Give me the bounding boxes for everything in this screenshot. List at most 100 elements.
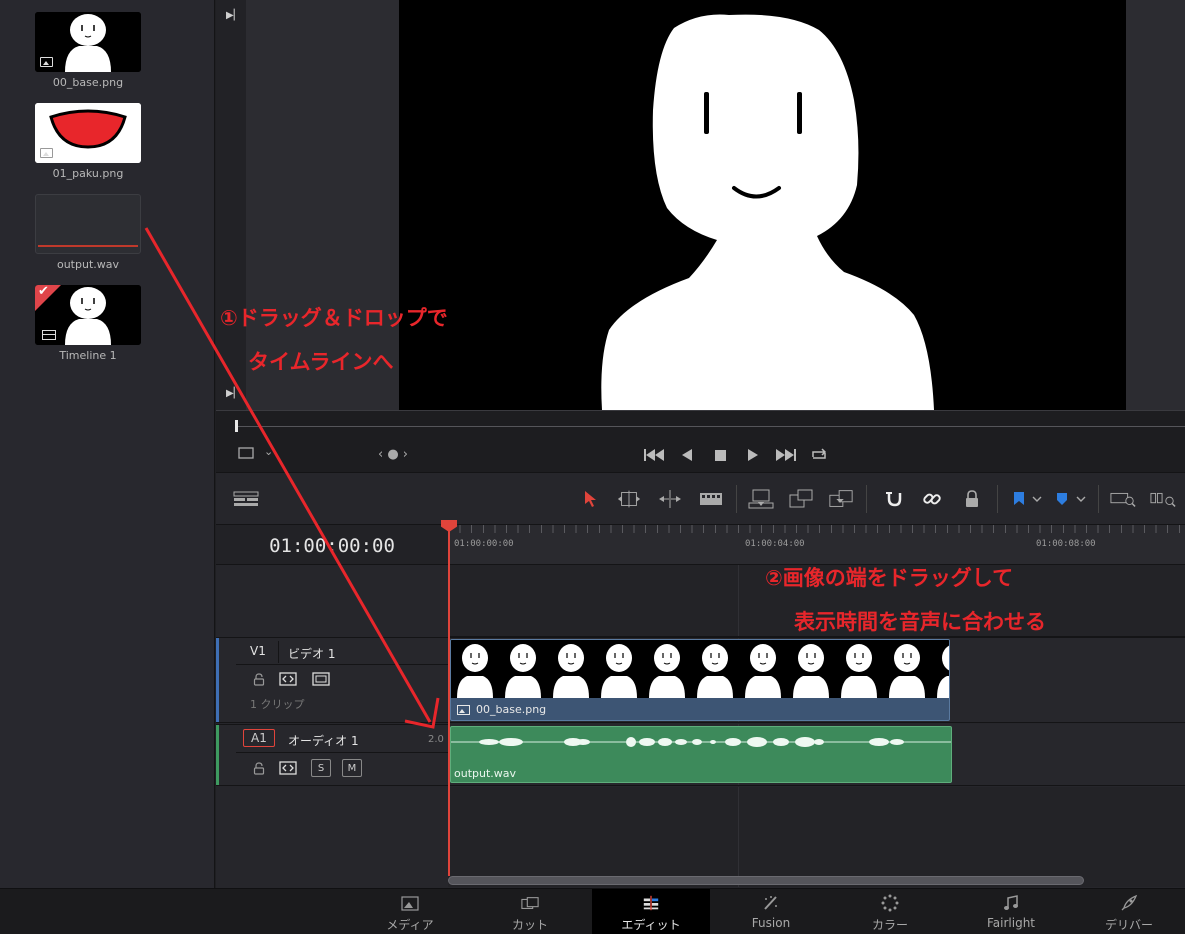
page-tab-fairlight[interactable]: Fairlight [952,889,1070,934]
toolbar-divider [997,485,998,513]
image-type-icon [457,704,470,715]
edit-page-icon [642,895,660,911]
annotation-step2-line1: ②画像の端をドラッグして [765,566,1014,590]
playhead-line[interactable] [448,524,450,876]
blade-tool-icon[interactable] [698,487,724,511]
header-separator [236,752,448,753]
insert-clip-icon[interactable] [748,487,774,511]
clip-name: output.wav [56,258,120,271]
clip-name: output.wav [454,767,517,780]
media-page-icon [401,895,419,911]
chevron-down-icon[interactable] [1024,487,1050,511]
skip-to-start-icon[interactable] [644,445,664,465]
expand-arrow-icon[interactable]: ▶▏ [226,388,241,399]
overwrite-clip-icon[interactable] [788,487,814,511]
audio-level-line [38,245,138,247]
viewer-frame [399,0,1126,410]
jog-control-icon[interactable]: ‹ ● › [378,447,408,462]
dynamic-trim-icon[interactable] [657,487,683,511]
timeline-type-icon [42,330,56,340]
page-tab-label: Fairlight [986,916,1036,930]
clip-name: 00_base.png [52,76,124,89]
chevron-down-icon[interactable]: ⌄ [264,445,273,458]
film-frame [643,640,691,698]
auto-select-icon[interactable] [279,671,297,687]
expand-arrow-icon[interactable]: ▶▏ [226,10,241,21]
snapping-icon[interactable] [881,487,907,511]
media-clip-timeline-1[interactable]: ✔ Timeline 1 [35,285,141,362]
deliver-page-icon [1120,894,1138,911]
timeline-toolbar [216,472,1185,524]
channel-format: 2.0 [428,734,444,745]
track-id: V1 [250,644,266,658]
page-tab-color[interactable]: カラー [831,889,949,934]
media-pool: 00_base.png 01_paku.png output.wav ✔ Tim… [0,0,215,888]
track-name[interactable]: オーディオ 1 [288,732,359,749]
play-icon[interactable] [743,445,763,465]
ruler-label: 01:00:08:00 [1036,539,1096,549]
page-tab-deliver[interactable]: デリバー [1070,889,1185,934]
skip-to-end-icon[interactable] [776,445,796,465]
fairlight-page-icon [1002,895,1020,911]
scrub-handle[interactable] [235,420,238,432]
page-tab-label: カラー [871,918,908,932]
media-clip-output-wav[interactable]: output.wav [35,194,141,271]
clip-name: 00_base.png [476,703,547,716]
clip-name: 01_paku.png [52,167,124,180]
page-tab-edit[interactable]: エディット [592,889,710,934]
empty-lane-below [448,787,1185,887]
track-color-stripe [216,638,219,722]
timeline-view-options-icon[interactable] [233,487,259,511]
ruler-ticks [448,525,1185,533]
selection-tool-icon[interactable] [578,487,604,511]
page-tab-cut[interactable]: カット [471,889,589,934]
solo-button[interactable]: S [311,759,331,777]
media-clip-01-paku[interactable]: 01_paku.png [35,103,141,180]
loop-icon[interactable] [809,445,829,465]
transport-controls [644,445,829,465]
track-name[interactable]: ビデオ 1 [288,645,335,662]
clip-thumbnail: ✔ [35,285,141,345]
media-clip-00-base[interactable]: 00_base.png [35,12,141,89]
timeline-ruler[interactable]: 01:00:00:00 01:00:04:00 01:00:08:00 [448,525,1185,565]
ruler-label: 01:00:00:00 [454,539,514,549]
page-tab-media[interactable]: メディア [351,889,469,934]
viewer-scrub-bar[interactable]: ⌄ ‹ ● › [216,410,1185,472]
zoom-detail-icon[interactable] [1150,487,1176,511]
current-timecode[interactable]: 01:00:00:00 [216,535,448,557]
track-id: A1 [251,731,267,745]
chevron-down-icon[interactable] [1068,487,1094,511]
page-tab-fusion[interactable]: Fusion [712,889,830,934]
position-lock-icon[interactable] [959,487,985,511]
replace-clip-icon[interactable] [828,487,854,511]
audio-track-header[interactable]: A1 オーディオ 1 2.0 S M [216,724,448,786]
header-separator [236,664,448,665]
lock-icon[interactable] [250,671,268,687]
clip-name: Timeline 1 [59,349,117,362]
page-tab-label: デリバー [1104,918,1153,932]
auto-select-icon[interactable] [279,760,297,776]
crop-icon[interactable] [238,447,254,463]
clip-label: 00_base.png [457,703,546,716]
timecode-display: 01:00:00:00 [216,525,448,565]
film-frame [691,640,739,698]
toolbar-divider [1098,485,1099,513]
stop-icon[interactable] [710,445,730,465]
track-visibility-icon[interactable] [312,671,330,687]
video-track-header[interactable]: V1 ビデオ 1 1 クリップ [216,637,448,723]
clip-count: 1 クリップ [250,698,305,711]
color-page-icon [881,894,899,912]
trim-tool-icon[interactable] [616,487,642,511]
lock-icon[interactable] [250,760,268,776]
audio-waveform [451,737,951,747]
video-clip-00-base[interactable]: 00_base.png [450,639,950,721]
audio-clip-output-wav[interactable]: output.wav [450,726,952,783]
linked-selection-icon[interactable] [919,487,945,511]
play-reverse-icon[interactable] [677,445,697,465]
clip-filmstrip [451,640,949,698]
film-frame [787,640,835,698]
timeline-horizontal-scrollbar[interactable] [448,876,1084,885]
mute-button[interactable]: M [342,759,362,777]
film-frame [595,640,643,698]
zoom-full-icon[interactable] [1110,487,1136,511]
